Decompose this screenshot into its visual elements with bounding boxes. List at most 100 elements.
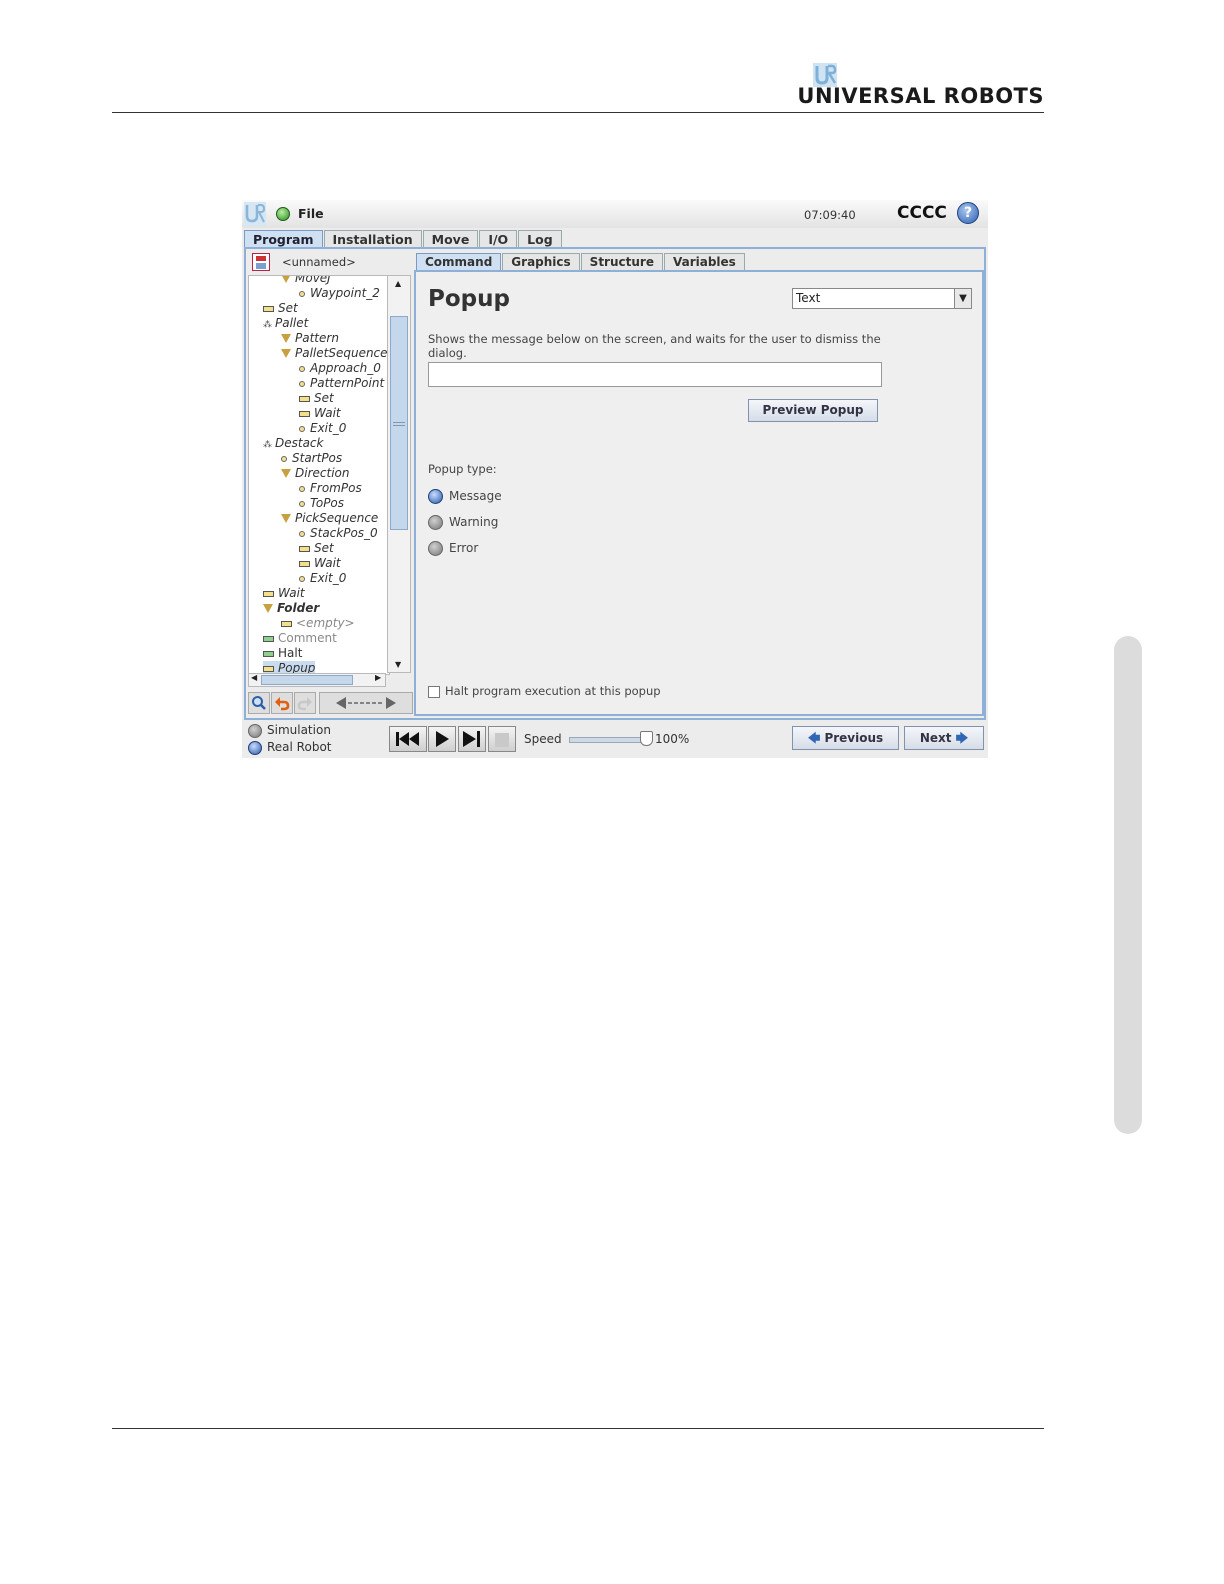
- tree-node[interactable]: Waypoint_2: [299, 286, 380, 301]
- tree-node[interactable]: Halt: [263, 646, 302, 661]
- radio-unselected-icon[interactable]: [428, 541, 443, 556]
- program-frame: <unnamed> MoveJ Waypoint_2 Set ⁂ Pallet Patte…: [244, 247, 986, 720]
- h-scroll-thumb[interactable]: [261, 675, 353, 685]
- tree-node-label: Halt: [278, 646, 303, 660]
- rewind-icon: [396, 732, 419, 746]
- file-menu[interactable]: File: [298, 206, 324, 221]
- tree-node[interactable]: ToPos: [299, 496, 344, 511]
- stop-button[interactable]: [488, 726, 516, 752]
- step-button[interactable]: [458, 726, 486, 752]
- scroll-thumb[interactable]: [390, 316, 408, 530]
- tree-node[interactable]: ⁂ Destack: [263, 436, 323, 451]
- scroll-up-icon[interactable]: ▲: [395, 279, 401, 288]
- tab-variables[interactable]: Variables: [663, 253, 745, 270]
- tab-command[interactable]: Command: [416, 253, 502, 270]
- step-icon: [463, 731, 480, 747]
- popup-content-type-select[interactable]: Text ▼: [792, 288, 972, 309]
- pallet-icon: ⁂: [263, 440, 272, 450]
- command-icon: [299, 545, 310, 552]
- play-button[interactable]: [428, 726, 456, 752]
- tree-node[interactable]: Wait: [299, 556, 341, 571]
- waypoint-icon: [299, 425, 305, 432]
- checkbox-icon[interactable]: [428, 685, 440, 698]
- tab-move[interactable]: Move: [422, 230, 479, 248]
- tree-node[interactable]: Exit_0: [299, 421, 346, 436]
- tab-graphics[interactable]: Graphics: [502, 253, 580, 270]
- tree-node[interactable]: Wait: [299, 406, 341, 421]
- tab-structure[interactable]: Structure: [580, 253, 663, 270]
- tree-node[interactable]: StackPos_0: [299, 526, 378, 541]
- tab-io[interactable]: I/O: [479, 230, 518, 248]
- tree-node-label: Folder: [277, 601, 320, 615]
- radio-label: Warning: [449, 515, 499, 529]
- redo-icon[interactable]: [294, 692, 316, 714]
- radio-warning[interactable]: Warning: [428, 514, 498, 530]
- move-node-arrows-icon[interactable]: [319, 692, 413, 714]
- rewind-button[interactable]: [389, 726, 427, 752]
- radio-unselected-icon[interactable]: [428, 515, 443, 530]
- tree-node[interactable]: PickSequence: [281, 511, 378, 526]
- radio-selected-icon[interactable]: [248, 740, 262, 755]
- program-tree[interactable]: MoveJ Waypoint_2 Set ⁂ Pallet Pattern PalletSe…: [248, 275, 390, 675]
- polyscope-window: File 07:09:40 CCCC ? Program Installatio…: [242, 200, 988, 758]
- tree-node-label: PickSequence: [295, 511, 379, 525]
- tree-node[interactable]: <empty>: [281, 616, 355, 631]
- speed-value: 100%: [655, 732, 690, 746]
- chevron-down-icon[interactable]: ▼: [954, 289, 971, 308]
- tree-node[interactable]: Set: [299, 541, 334, 556]
- tree-node[interactable]: Exit_0: [299, 571, 346, 586]
- speed-slider-handle[interactable]: [640, 731, 653, 746]
- scroll-down-icon[interactable]: ▼: [395, 660, 401, 669]
- undo-icon[interactable]: [271, 692, 293, 714]
- previous-button[interactable]: 🡄 Previous: [792, 726, 899, 750]
- next-button[interactable]: Next 🡆: [904, 726, 984, 750]
- tree-node[interactable]: Set: [299, 391, 334, 406]
- save-icon[interactable]: [252, 253, 270, 271]
- speed-slider[interactable]: [569, 737, 651, 743]
- triangle-node-icon: [263, 604, 273, 613]
- halt-checkbox[interactable]: Halt program execution at this popup: [428, 684, 661, 698]
- tree-node[interactable]: PalletSequence: [281, 346, 388, 361]
- tree-node[interactable]: PatternPoint: [299, 376, 384, 391]
- tab-log[interactable]: Log: [518, 230, 562, 248]
- radio-selected-icon[interactable]: [428, 489, 443, 504]
- tab-installation[interactable]: Installation: [323, 230, 422, 248]
- tree-node[interactable]: Wait: [263, 586, 305, 601]
- tree-node[interactable]: ⁂ Pallet: [263, 316, 308, 331]
- tree-node[interactable]: MoveJ: [281, 276, 331, 286]
- radio-error[interactable]: Error: [428, 540, 478, 556]
- help-icon[interactable]: ?: [957, 202, 979, 224]
- previous-label: Previous: [824, 731, 884, 745]
- tree-node[interactable]: Approach_0: [299, 361, 381, 376]
- tree-node[interactable]: Pattern: [281, 331, 339, 346]
- search-icon[interactable]: [248, 692, 270, 714]
- tree-node[interactable]: Set: [263, 301, 298, 316]
- popup-message-input[interactable]: [428, 362, 882, 387]
- page-side-tab: [1114, 636, 1142, 1134]
- tree-node[interactable]: FromPos: [299, 481, 362, 496]
- universal-robots-logo: UNIVERSAL ROBOTS: [797, 62, 1044, 108]
- next-label: Next: [919, 731, 952, 745]
- tree-node[interactable]: Comment: [263, 631, 337, 646]
- scroll-right-icon[interactable]: ▶: [375, 673, 381, 682]
- tree-node-label: Destack: [275, 436, 324, 450]
- tree-vertical-scrollbar[interactable]: ▲ ▼: [387, 275, 411, 673]
- tree-node[interactable]: StartPos: [281, 451, 342, 466]
- scroll-left-icon[interactable]: ◀: [251, 673, 257, 682]
- tree-horizontal-scrollbar[interactable]: ◀ ▶: [248, 673, 386, 687]
- mode-real-robot[interactable]: Real Robot: [248, 740, 332, 755]
- popup-command-panel: Popup Text ▼ Shows the message below on …: [414, 270, 984, 716]
- radio-unselected-icon[interactable]: [248, 723, 262, 738]
- tree-node[interactable]: Folder: [263, 601, 319, 616]
- command-icon: [263, 650, 274, 657]
- tree-node-label: Wait: [314, 556, 341, 570]
- tab-program[interactable]: Program: [244, 230, 323, 248]
- tree-node[interactable]: Direction: [281, 466, 349, 481]
- top-bar: File 07:09:40 CCCC ?: [242, 200, 988, 228]
- tree-node-label: StartPos: [292, 451, 343, 465]
- brand-name: UNIVERSAL ROBOTS: [797, 84, 1044, 108]
- mode-simulation[interactable]: Simulation: [248, 723, 331, 738]
- preview-popup-button[interactable]: Preview Popup: [748, 399, 878, 422]
- command-pane: Command Graphics Structure Variables Pop…: [414, 249, 986, 718]
- radio-message[interactable]: Message: [428, 488, 502, 504]
